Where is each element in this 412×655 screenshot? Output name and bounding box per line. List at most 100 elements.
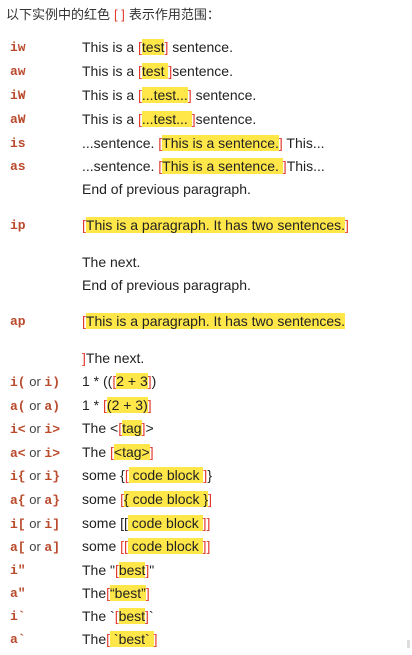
range-bracket: ] — [149, 444, 154, 460]
highlight-range: “best” — [110, 585, 146, 601]
command-token: a" — [10, 586, 26, 601]
example-fragment: This is a — [82, 63, 139, 79]
example-row: a` The[ `best` ] — [0, 630, 412, 652]
command-token: a{ — [10, 493, 26, 508]
example-fragment: This... — [282, 135, 325, 151]
or-word: or — [25, 421, 45, 436]
example-fragment: The — [82, 444, 111, 460]
example-fragment: sentence. — [168, 39, 233, 55]
command-token: a[ — [10, 540, 26, 555]
command-token: i} — [44, 469, 61, 484]
example-fragment: 1 * (( — [82, 373, 113, 389]
example-fragment: ...sentence. — [82, 135, 159, 151]
command-token: a( — [10, 399, 26, 414]
example-text: ]The next. — [82, 350, 144, 366]
highlight-range: <tag> — [113, 444, 150, 460]
example-fragment: The < — [82, 420, 119, 436]
command-key: i< or i> — [10, 421, 60, 437]
example-fragment: End of previous paragraph. — [82, 181, 251, 197]
example-fragment: This is a — [82, 39, 139, 55]
example-row: End of previous paragraph. — [0, 276, 412, 298]
example-text: This is a [test ]sentence. — [82, 63, 233, 79]
or-word: or — [25, 492, 45, 507]
or-word: or — [25, 374, 45, 389]
example-text: The next. — [82, 254, 140, 270]
highlight-range: This is a sentence. — [162, 135, 279, 151]
highlight-range: 2 + 3 — [116, 373, 148, 389]
intro-line: 以下实例中的红色[ ] 表示作用范围： — [6, 4, 220, 23]
range-bracket: ] — [145, 585, 150, 601]
command-token: i< — [10, 422, 26, 437]
command-token: is — [10, 136, 26, 151]
example-fragment: This is a — [82, 87, 139, 103]
example-text: The <[tag]> — [82, 420, 154, 436]
example-text: some [{ code block }] — [82, 491, 212, 507]
example-row: a" The[“best”] — [0, 584, 412, 606]
intro-prefix: 以下实例中的红色 — [6, 7, 111, 22]
example-fragment: This is a — [82, 111, 139, 127]
highlight-range: code block — [127, 538, 203, 554]
example-text: 1 * (([2 + 3]) — [82, 373, 156, 389]
command-key: ip — [10, 218, 26, 233]
highlight-range: This is a paragraph. It has two sentence… — [85, 217, 346, 233]
example-fragment: The next. — [82, 254, 141, 270]
command-token: as — [10, 159, 26, 174]
command-token: i{ — [10, 469, 26, 484]
example-fragment: 1 * — [82, 397, 104, 413]
example-text: ...sentence. [This is a sentence.] This.… — [82, 135, 325, 151]
example-text: The [<tag>] — [82, 444, 154, 460]
example-fragment: The — [82, 585, 107, 601]
example-text: This is a [...test...] sentence. — [82, 87, 256, 103]
example-text: The "[best]" — [82, 562, 154, 578]
range-bracket: ] — [153, 631, 158, 647]
example-text: 1 * [(2 + 3)] — [82, 397, 152, 413]
example-row: i< or i> The <[tag]> — [0, 419, 412, 441]
range-bracket: [ — [114, 608, 119, 624]
example-fragment: This... — [286, 158, 325, 174]
highlight-range: code block — [127, 515, 203, 531]
example-fragment: The " — [82, 562, 115, 578]
highlight-range: test — [141, 39, 165, 55]
example-row: as ...sentence. [This is a sentence. ]Thi… — [0, 157, 412, 179]
command-token: i] — [44, 517, 61, 532]
highlight-range: code block — [128, 467, 204, 483]
example-text: ...sentence. [This is a sentence. ]This.… — [82, 158, 325, 174]
or-word: or — [25, 445, 45, 460]
example-text: some {[ code block ]} — [82, 467, 212, 483]
scroll-edge-mark — [407, 640, 410, 648]
example-row: iW This is a [...test...] sentence. — [0, 86, 412, 108]
command-token: aw — [10, 64, 26, 79]
example-row: i` The `[best]` — [0, 607, 412, 629]
command-token: a< — [10, 446, 26, 461]
command-token: a] — [44, 540, 61, 555]
command-key: aw — [10, 64, 26, 79]
command-token: aW — [10, 112, 26, 127]
example-text: End of previous paragraph. — [82, 181, 251, 197]
command-key: is — [10, 136, 26, 151]
example-text: some [[ code block ]] — [82, 515, 210, 531]
example-text: [This is a paragraph. It has two sentenc… — [82, 313, 346, 329]
command-key: a" — [10, 586, 26, 601]
command-token: i) — [44, 375, 61, 390]
command-key: i` — [10, 609, 26, 624]
command-key: i( or i) — [10, 374, 60, 390]
highlight-range: { code block } — [124, 491, 209, 507]
highlight-range: (2 + 3) — [106, 397, 148, 413]
range-bracket: ] — [345, 217, 349, 233]
example-text: [This is a paragraph. It has two sentenc… — [82, 217, 349, 233]
example-row: is ...sentence. [This is a sentence.] Thi… — [0, 134, 412, 156]
or-word: or — [25, 516, 45, 531]
command-key: as — [10, 159, 26, 174]
example-row: ]The next. — [0, 349, 412, 371]
or-word: or — [25, 468, 45, 483]
command-token: iw — [10, 40, 26, 55]
example-row: The next. — [0, 253, 412, 275]
highlight-range: ...test... — [141, 111, 192, 127]
command-key: iW — [10, 88, 26, 103]
example-row: aw This is a [test ]sentence. — [0, 62, 412, 84]
example-row: ip [This is a paragraph. It has two sente… — [0, 216, 412, 238]
command-token: a} — [44, 493, 61, 508]
example-row: a[ or a] some [[ code block ]] — [0, 537, 412, 559]
range-bracket: [[ — [120, 538, 128, 554]
example-text: End of previous paragraph. — [82, 277, 251, 293]
